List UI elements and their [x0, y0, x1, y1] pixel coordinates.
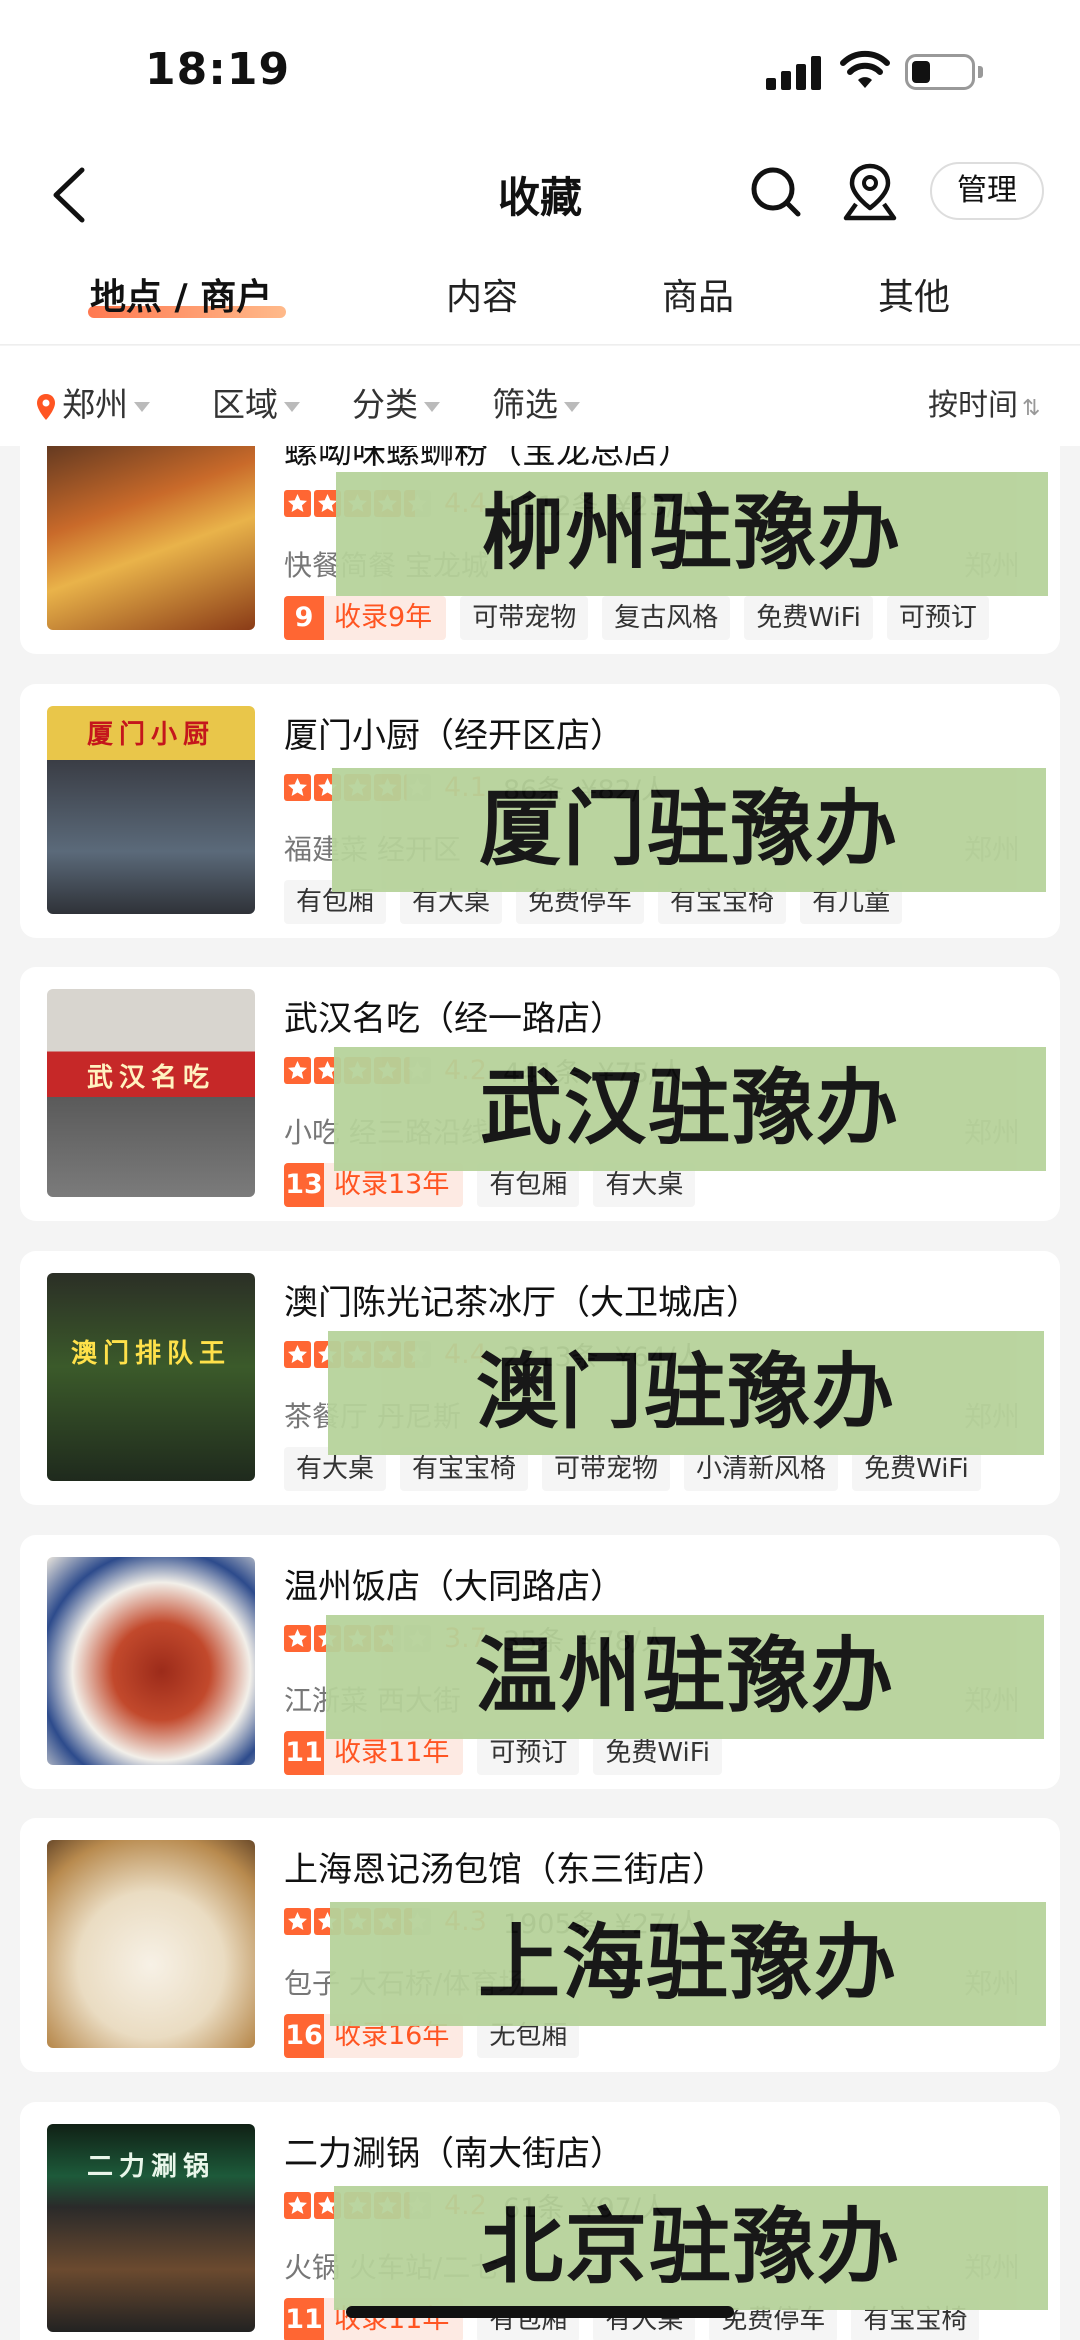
badge-label: 收录9年	[334, 602, 433, 633]
sort-label: 按时间	[928, 388, 1018, 423]
tag-row: 9 收录9年 可带宠物 复古风格 免费WiFi 可预订	[284, 596, 989, 640]
star-icon	[284, 1056, 311, 1084]
chevron-down-icon	[284, 401, 300, 412]
shop-name: 厦门小厨（经开区店）	[284, 716, 624, 756]
sort-icon: ⇅	[1022, 396, 1041, 421]
area-filter[interactable]: 区域	[212, 378, 300, 426]
favorite-card[interactable]: 温州饭店（大同路店）3.735条¥78/人江浙菜 西大街郑州11收录11年可预订…	[20, 1535, 1060, 1789]
shop-thumbnail: 澳门排队王	[47, 1273, 255, 1481]
badge-number: 11	[284, 2298, 324, 2340]
filter-bar: 郑州 区域 分类 筛选 按时间 ⇅	[0, 346, 1080, 446]
shop-name: 螺呦味螺蛳粉（宝龙总店）	[284, 446, 692, 472]
badge-label: 收录13年	[334, 1169, 450, 1200]
shop-name: 二力涮锅（南大街店）	[284, 2134, 624, 2174]
status-bar: 18:19	[0, 0, 1080, 140]
favorite-card[interactable]: 厦门小厨厦门小厨（经开区店）4.186条¥82/人福建菜 经开区郑州有包厢有大桌…	[20, 684, 1060, 938]
sort-button[interactable]: 按时间 ⇅	[928, 380, 1040, 424]
home-indicator	[346, 2306, 734, 2318]
star-icon	[284, 2191, 311, 2219]
shop-name: 上海恩记汤包馆（东三街店）	[284, 1850, 726, 1890]
shop-thumbnail	[47, 1840, 255, 2048]
chevron-down-icon	[424, 401, 440, 412]
favorite-card[interactable]: 武汉名吃武汉名吃（经一路店）4.2441条¥75/人小吃 经三路沿线郑州13收录…	[20, 967, 1060, 1221]
star-icon	[284, 773, 311, 801]
star-icon	[284, 1624, 311, 1652]
feature-tag: 复古风格	[602, 596, 731, 640]
favorite-card[interactable]: 二力涮锅二力涮锅（南大街店）4.261条¥97/人火锅 火车站/二七郑州11收录…	[20, 2102, 1060, 2340]
tab-products[interactable]: 商品	[662, 268, 734, 320]
location-pin-icon[interactable]	[842, 160, 898, 226]
tab-other[interactable]: 其他	[878, 268, 950, 320]
badge-number: 16	[284, 2014, 324, 2058]
star-icon	[284, 489, 311, 517]
badge-label: 收录11年	[334, 1737, 450, 1768]
badge-number: 13	[284, 1163, 324, 1207]
overlay-label: 澳门驻豫办	[328, 1331, 1044, 1455]
shop-thumbnail: 二力涮锅	[47, 2124, 255, 2332]
overlay-label: 北京驻豫办	[334, 2186, 1048, 2310]
city-filter-label: 郑州	[62, 385, 128, 424]
screen-filter[interactable]: 筛选	[492, 378, 580, 426]
category-tabs: 地点 / 商户 内容 商品 其他	[0, 250, 1080, 345]
overlay-label: 温州驻豫办	[326, 1615, 1044, 1739]
wifi-icon	[840, 50, 890, 88]
feature-tag: 免费WiFi	[744, 596, 873, 640]
shop-thumbnail: 武汉名吃	[47, 989, 255, 1197]
badge-number: 9	[284, 596, 324, 640]
page-title: 收藏	[497, 173, 582, 222]
shop-name: 温州饭店（大同路店）	[284, 1567, 624, 1607]
overlay-label: 武汉驻豫办	[334, 1047, 1046, 1171]
favorite-card[interactable]: 澳门排队王澳门陈光记茶冰厅（大卫城店）4.42213条¥64/人茶餐厅 丹尼斯郑…	[20, 1251, 1060, 1505]
status-time: 18:19	[145, 44, 291, 95]
favorites-list: 螺呦味螺蛳粉（宝龙总店）4.41112条¥23/人快餐简餐 宝龙城郑州9收录9年…	[0, 446, 1080, 2340]
collected-years-badge: 9 收录9年	[284, 596, 447, 640]
tab-places[interactable]: 地点 / 商户	[90, 268, 272, 320]
battery-icon	[905, 54, 985, 90]
category-filter-label: 分类	[352, 385, 418, 424]
category-filter[interactable]: 分类	[352, 378, 440, 426]
favorite-card[interactable]: 螺呦味螺蛳粉（宝龙总店）4.41112条¥23/人快餐简餐 宝龙城郑州9收录9年…	[20, 446, 1060, 654]
star-icon	[284, 1340, 311, 1368]
shop-thumbnail: 厦门小厨	[47, 706, 255, 914]
screen-filter-label: 筛选	[492, 385, 558, 424]
shop-thumbnail	[47, 446, 255, 630]
overlay-label: 厦门驻豫办	[332, 768, 1046, 892]
manage-button[interactable]: 管理	[930, 162, 1044, 220]
chevron-down-icon	[134, 401, 150, 412]
overlay-label: 柳州驻豫办	[336, 472, 1048, 596]
star-icon	[284, 1907, 311, 1935]
city-filter[interactable]: 郑州	[36, 378, 150, 426]
chevron-down-icon	[564, 401, 580, 412]
favorite-card[interactable]: 上海恩记汤包馆（东三街店）4.31905条¥27/人包子 大石桥/体育场郑州16…	[20, 1818, 1060, 2072]
feature-tag: 可带宠物	[460, 596, 589, 640]
search-icon[interactable]	[748, 162, 804, 222]
area-filter-label: 区域	[212, 385, 278, 424]
nav-bar: 收藏 管理	[0, 140, 1080, 250]
location-pin-icon	[37, 393, 55, 420]
shop-name: 澳门陈光记茶冰厅（大卫城店）	[284, 1283, 760, 1323]
shop-name: 武汉名吃（经一路店）	[284, 999, 624, 1039]
feature-tag: 可预订	[886, 596, 989, 640]
overlay-label: 上海驻豫办	[330, 1902, 1046, 2026]
cellular-signal-icon	[766, 56, 822, 90]
tab-content[interactable]: 内容	[446, 268, 518, 320]
shop-thumbnail	[47, 1557, 255, 1765]
badge-number: 11	[284, 1731, 324, 1775]
